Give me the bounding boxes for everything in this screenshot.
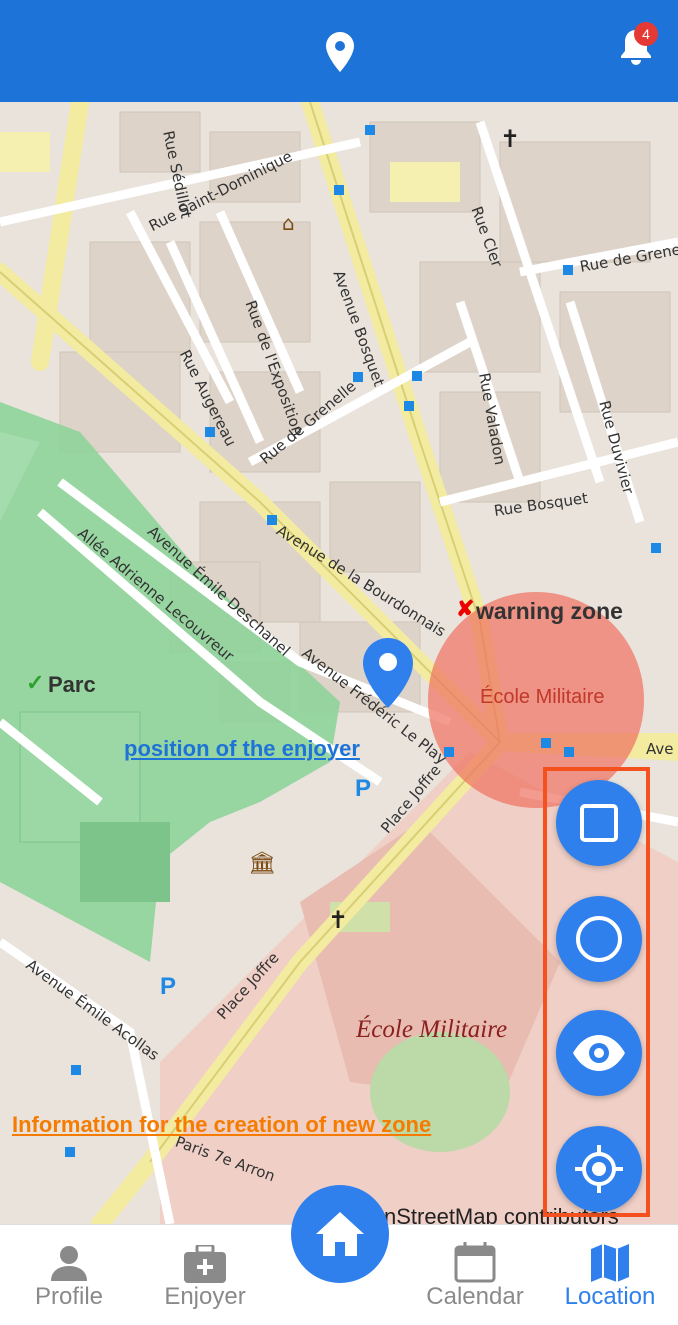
map-pin-icon bbox=[326, 32, 354, 72]
medical-kit-icon bbox=[184, 1245, 226, 1283]
square-zone-button[interactable] bbox=[556, 780, 642, 866]
enjoyer-position-annotation: position of the enjoyer bbox=[124, 736, 360, 761]
tab-label: Location bbox=[564, 1283, 656, 1310]
tab-location[interactable]: Location bbox=[545, 1225, 675, 1325]
locate-button[interactable] bbox=[556, 1126, 642, 1212]
svg-text:P: P bbox=[355, 775, 371, 802]
new-zone-annotation: Information for the creation of new zone bbox=[12, 1112, 432, 1137]
eye-icon bbox=[573, 1035, 625, 1071]
tab-label: Profile bbox=[34, 1283, 104, 1310]
tab-label: Calendar bbox=[426, 1283, 524, 1310]
app-header: 4 bbox=[0, 0, 678, 102]
warning-zone-label[interactable]: warning zone bbox=[476, 598, 623, 625]
warning-zone-marker: ✘ bbox=[456, 596, 475, 621]
crosshair-icon bbox=[575, 1145, 623, 1193]
ecole-militaire-big-label: École Militaire bbox=[356, 1016, 508, 1043]
person-icon bbox=[51, 1246, 87, 1281]
circle-zone-button[interactable] bbox=[556, 896, 642, 982]
tab-profile[interactable]: Profile bbox=[4, 1225, 134, 1325]
safe-zone-marker: ✓ bbox=[26, 670, 45, 695]
home-button[interactable] bbox=[291, 1185, 389, 1283]
svg-text:✝: ✝ bbox=[328, 906, 348, 934]
notification-badge: 4 bbox=[634, 22, 658, 46]
circle-icon bbox=[576, 916, 622, 962]
svg-text:✝: ✝ bbox=[500, 125, 520, 153]
square-icon bbox=[580, 804, 618, 842]
calendar-icon bbox=[454, 1242, 496, 1283]
svg-text:⌂: ⌂ bbox=[282, 211, 295, 235]
home-icon bbox=[316, 1212, 364, 1256]
street-label: Ave bbox=[646, 740, 674, 758]
tab-label: Enjoyer bbox=[164, 1283, 246, 1310]
view-zones-button[interactable] bbox=[556, 1010, 642, 1096]
safe-zone-label[interactable]: Parc bbox=[48, 672, 96, 698]
svg-text:P: P bbox=[160, 973, 176, 1000]
svg-text:🏛: 🏛 bbox=[248, 851, 276, 876]
tab-enjoyer[interactable]: Enjoyer bbox=[140, 1225, 270, 1325]
map-icon bbox=[591, 1244, 629, 1282]
ecole-militaire-label: École Militaire bbox=[480, 686, 605, 708]
tab-calendar[interactable]: Calendar bbox=[410, 1225, 540, 1325]
